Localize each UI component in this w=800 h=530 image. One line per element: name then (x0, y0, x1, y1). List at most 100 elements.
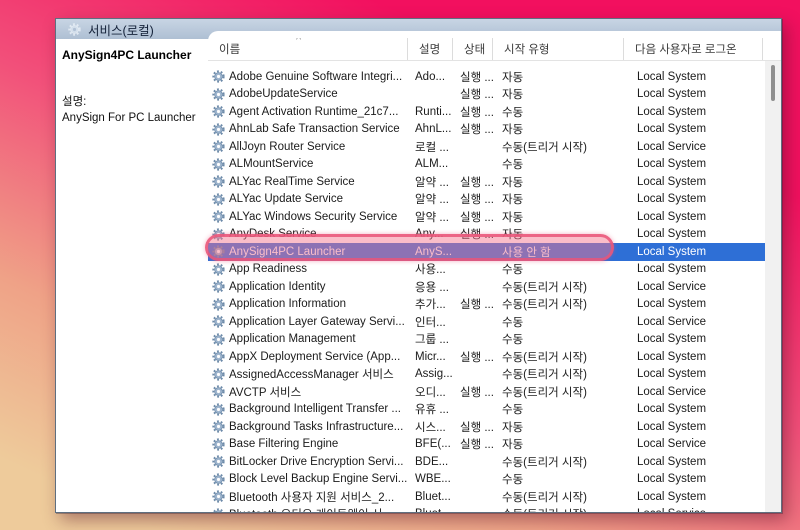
table-row[interactable]: Agent Activation Runtime_21c7... Runti..… (208, 103, 781, 121)
table-row[interactable]: Application Management 그룹 ... 수동 Local S… (208, 331, 781, 349)
table-row[interactable]: Application Information 추가... 실행 ... 수동(… (208, 296, 781, 314)
service-name-cell: Background Tasks Infrastructure... (208, 420, 408, 433)
service-gear-icon (212, 455, 225, 468)
description-cell: WBE... (415, 473, 451, 486)
selected-service-name: AnySign4PC Launcher (62, 48, 192, 62)
service-name-cell: AVCTP 서비스 (208, 384, 408, 400)
logon-cell: Local System (637, 368, 707, 381)
startup-type-cell: 사용 안 함 (502, 246, 551, 259)
table-row[interactable]: AdobeUpdateService 실행 ... 자동 Local Syste… (208, 86, 781, 104)
table-row[interactable]: AppX Deployment Service (App... Micr... … (208, 348, 781, 366)
description-cell: 시스... (415, 421, 446, 434)
logon-cell: Local System (637, 490, 707, 503)
logon-cell: Local System (637, 123, 707, 136)
logon-cell: Local System (637, 105, 707, 118)
service-gear-icon (212, 350, 225, 363)
service-gear-icon (212, 263, 225, 276)
status-cell: 실행 ... (460, 176, 493, 189)
logon-cell: Local System (637, 245, 707, 258)
table-row[interactable]: BitLocker Drive Encryption Servi... BDE.… (208, 453, 781, 471)
startup-type-cell: 수동(트리거 시작) (502, 491, 587, 504)
column-header-name[interactable]: 이름 ^ (208, 37, 408, 60)
description-cell: 사용... (415, 264, 446, 277)
status-cell: 실행 ... (460, 351, 493, 364)
sort-asc-icon: ^ (296, 37, 302, 46)
table-row[interactable]: AllJoyn Router Service 로컬 ... 수동(트리거 시작)… (208, 138, 781, 156)
service-name-cell: Background Intelligent Transfer ... (208, 403, 408, 416)
service-gear-icon (212, 105, 225, 118)
table-row[interactable]: Block Level Backup Engine Servi... WBE..… (208, 471, 781, 489)
service-name-cell: ALYac Windows Security Service (208, 210, 408, 223)
column-header-logon-as[interactable]: 다음 사용자로 로그온 (624, 37, 763, 60)
table-row[interactable]: Application Layer Gateway Servi... 인터...… (208, 313, 781, 331)
column-header-startup-type[interactable]: 시작 유형 (493, 37, 624, 60)
startup-type-cell: 수동(트리거 시작) (493, 506, 624, 512)
column-header-description[interactable]: 설명 (408, 37, 453, 60)
table-row[interactable]: Background Tasks Infrastructure... 시스...… (208, 418, 781, 436)
description-label: 설명: (62, 96, 87, 108)
description-cell: Any... (415, 228, 444, 241)
service-gear-icon (212, 70, 225, 83)
service-gear-icon (212, 490, 225, 503)
table-row[interactable]: ALMountService ALM... 수동 Local System (208, 156, 781, 174)
service-rows: Adobe Genuine Software Integri... Ado...… (208, 68, 781, 512)
description-cell: Assig... (415, 368, 453, 381)
table-row[interactable]: Bluetooth 사용자 지원 서비스_2... Bluet... 수동(트리… (208, 488, 781, 506)
startup-type-cell: 자동 (502, 71, 524, 84)
startup-type-cell: 수동(트리거 시작) (502, 369, 587, 382)
description-cell: 유휴 ... (415, 404, 449, 417)
logon-cell: Local System (637, 228, 707, 241)
services-local-title: 서비스(로컬) (88, 23, 154, 38)
services-window: 서비스(로컬) AnySign4PC Launcher 설명: AnySign … (55, 18, 782, 513)
table-row[interactable]: AnySign4PC Launcher AnyS... 사용 안 함 Local… (208, 243, 781, 261)
status-cell: 실행 ... (460, 229, 493, 242)
table-row[interactable]: Application Identity 응용 ... 수동(트리거 시작) L… (208, 278, 781, 296)
table-row[interactable]: ALYac RealTime Service 알약 ... 실행 ... 자동 … (208, 173, 781, 191)
service-gear-icon (212, 158, 225, 171)
description-cell: AnyS... (415, 245, 453, 258)
status-cell: 실행 ... (460, 106, 493, 119)
startup-type-cell: 자동 (502, 439, 524, 452)
table-row[interactable]: AhnLab Safe Transaction Service AhnL... … (208, 121, 781, 139)
table-row[interactable]: AnyDesk Service Any... 실행 ... 자동 Local S… (208, 226, 781, 244)
description-cell: 오디... (415, 386, 446, 399)
status-cell: 실행 ... (460, 124, 493, 137)
startup-type-cell: 자동 (502, 229, 524, 242)
logon-cell: Local System (637, 88, 707, 101)
table-row[interactable]: App Readiness 사용... 수동 Local System (208, 261, 781, 279)
service-name-cell: AhnLab Safe Transaction Service (208, 123, 408, 136)
service-gear-icon (212, 385, 225, 398)
page-background: { "colors": { "page_bg_top": "#f2105f", … (0, 0, 800, 530)
logon-cell: Local System (637, 350, 707, 363)
table-row[interactable]: Base Filtering Engine BFE(... 실행 ... 자동 … (208, 436, 781, 454)
service-name-cell: AssignedAccessManager 서비스 (208, 366, 408, 382)
services-list-panel: 이름 ^ 설명 상태 시작 유형 다음 사용자로 로그온 Adobe Genui… (208, 31, 781, 512)
service-name-cell: Application Identity (208, 280, 408, 293)
table-row[interactable]: AVCTP 서비스 오디... 실행 ... 수동(트리거 시작) Local … (208, 383, 781, 401)
table-row[interactable]: ALYac Update Service 알약 ... 실행 ... 자동 Lo… (208, 191, 781, 209)
service-name-cell: ALMountService (208, 158, 408, 171)
logon-cell: Local System (637, 175, 707, 188)
table-row[interactable]: AssignedAccessManager 서비스 Assig... 수동(트리… (208, 366, 781, 384)
table-row[interactable]: Bluetooth 오디오 게이트웨이 서... Bluet... 수동(트리거… (208, 506, 781, 512)
description-cell: Micr... (415, 350, 446, 363)
service-name-cell: Bluetooth 사용자 지원 서비스_2... (208, 489, 408, 505)
status-cell: 실행 ... (460, 211, 493, 224)
startup-type-cell: 수동 (502, 334, 524, 347)
startup-type-cell: 수동(트리거 시작) (502, 351, 587, 364)
service-name-cell: Bluetooth 오디오 게이트웨이 서... (208, 506, 408, 512)
status-cell: 실행 ... (460, 299, 493, 312)
service-name-cell: AppX Deployment Service (App... (208, 350, 408, 363)
service-gear-icon (212, 438, 225, 451)
vertical-scrollbar[interactable] (765, 61, 781, 512)
startup-type-cell: 자동 (502, 194, 524, 207)
startup-type-cell: 자동 (502, 211, 524, 224)
table-row[interactable]: Background Intelligent Transfer ... 유휴 .… (208, 401, 781, 419)
table-row[interactable]: Adobe Genuine Software Integri... Ado...… (208, 68, 781, 86)
service-gear-icon (212, 228, 225, 241)
column-header-status[interactable]: 상태 (453, 37, 493, 60)
service-gear-icon (212, 368, 225, 381)
description-cell: 알약 ... (415, 194, 449, 207)
table-row[interactable]: ALYac Windows Security Service 알약 ... 실행… (208, 208, 781, 226)
scrollbar-thumb[interactable] (771, 65, 775, 101)
